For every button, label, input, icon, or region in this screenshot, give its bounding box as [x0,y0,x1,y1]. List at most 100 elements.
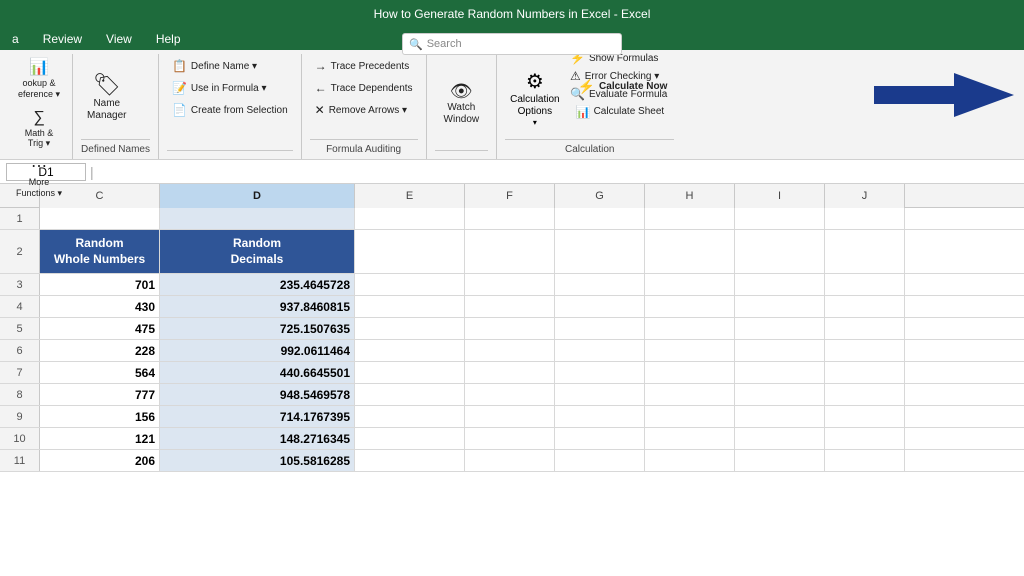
more-functions-button[interactable]: ⋯ MoreFunctions ▾ [10,155,68,203]
cell-g1[interactable] [555,208,645,229]
cell-c-data[interactable]: 475 [40,318,160,339]
cell-d-data[interactable]: 992.0611464 [160,340,355,361]
cell-i1[interactable] [735,208,825,229]
calculation-options-button[interactable]: ⚙ CalculationOptions ▾ [505,66,564,130]
cell-f-data[interactable] [465,274,555,295]
watch-window-button[interactable]: 👁 WatchWindow [435,76,489,131]
cell-c-data[interactable]: 206 [40,450,160,471]
cell-i-data[interactable] [735,450,825,471]
cell-c-data[interactable]: 701 [40,274,160,295]
cell-j-h[interactable] [825,230,905,273]
cell-e-data[interactable] [355,362,465,383]
cell-i-data[interactable] [735,428,825,449]
trace-dependents-button[interactable]: ← Trace Dependents [310,78,418,98]
cell-g-data[interactable] [555,362,645,383]
cell-h-data[interactable] [645,296,735,317]
use-in-formula-button[interactable]: 📝 Use in Formula ▾ [167,78,272,98]
create-from-selection-button[interactable]: 📄 Create from Selection [167,100,293,120]
menu-item-a[interactable]: a [8,30,23,48]
cell-h-data[interactable] [645,340,735,361]
name-manager-button[interactable]: 🏷 NameManager [81,70,132,126]
cell-h-data[interactable] [645,362,735,383]
cell-i-data[interactable] [735,362,825,383]
cell-c-data[interactable]: 430 [40,296,160,317]
cell-g-data[interactable] [555,384,645,405]
trace-precedents-button[interactable]: → Trace Precedents [310,56,415,76]
cell-d-data[interactable]: 105.5816285 [160,450,355,471]
cell-i-data[interactable] [735,406,825,427]
cell-d-data[interactable]: 937.8460815 [160,296,355,317]
cell-j-data[interactable] [825,450,905,471]
cell-h-data[interactable] [645,450,735,471]
define-name-button[interactable]: 📋 Define Name ▾ [167,56,262,76]
cell-g-data[interactable] [555,340,645,361]
cell-c-data[interactable]: 121 [40,428,160,449]
math-trig-button[interactable]: ∑ Math &Trig ▾ [19,106,60,154]
cell-j-data[interactable] [825,274,905,295]
cell-f-data[interactable] [465,406,555,427]
cell-j-data[interactable] [825,362,905,383]
cell-e-data[interactable] [355,384,465,405]
cell-d-data[interactable]: 714.1767395 [160,406,355,427]
cell-j-data[interactable] [825,318,905,339]
cell-c-data[interactable]: 777 [40,384,160,405]
cell-j-data[interactable] [825,340,905,361]
cell-e-data[interactable] [355,296,465,317]
cell-i-data[interactable] [735,296,825,317]
cell-d-data[interactable]: 235.4645728 [160,274,355,295]
lookup-button[interactable]: 📊 ookup &eference ▾ [12,56,66,104]
cell-h-data[interactable] [645,384,735,405]
cell-d1[interactable] [160,208,355,229]
cell-h1[interactable] [645,208,735,229]
cell-f-data[interactable] [465,296,555,317]
cell-d-data[interactable]: 725.1507635 [160,318,355,339]
cell-j-data[interactable] [825,428,905,449]
cell-h-data[interactable] [645,274,735,295]
cell-i-h[interactable] [735,230,825,273]
cell-f-data[interactable] [465,340,555,361]
cell-f1[interactable] [465,208,555,229]
cell-i-data[interactable] [735,318,825,339]
evaluate-formula-button[interactable]: 🔍 Evaluate Formula [565,84,672,104]
cell-h-data[interactable] [645,406,735,427]
search-bar[interactable]: 🔍 Search [402,33,622,55]
cell-f-data[interactable] [465,450,555,471]
menu-item-help[interactable]: Help [152,30,185,48]
remove-arrows-button[interactable]: ✕ Remove Arrows ▾ [310,100,412,120]
cell-f-data[interactable] [465,428,555,449]
cell-h-h[interactable] [645,230,735,273]
cell-c-data[interactable]: 228 [40,340,160,361]
cell-g-h[interactable] [555,230,645,273]
cell-j-data[interactable] [825,406,905,427]
cell-d-data[interactable]: 148.2716345 [160,428,355,449]
cell-d-data[interactable]: 440.6645501 [160,362,355,383]
formula-input[interactable] [98,165,1018,179]
cell-j1[interactable] [825,208,905,229]
cell-g-data[interactable] [555,318,645,339]
menu-item-review[interactable]: Review [39,30,86,48]
cell-f-data[interactable] [465,384,555,405]
cell-h-data[interactable] [645,318,735,339]
cell-c-data[interactable]: 156 [40,406,160,427]
cell-j-data[interactable] [825,384,905,405]
cell-i-data[interactable] [735,340,825,361]
cell-f-data[interactable] [465,318,555,339]
cell-d-header[interactable]: RandomDecimals [160,230,355,273]
cell-e1[interactable] [355,208,465,229]
cell-e-h[interactable] [355,230,465,273]
cell-g-data[interactable] [555,450,645,471]
cell-h-data[interactable] [645,428,735,449]
error-checking-button[interactable]: ⚠ Error Checking ▾ [565,66,664,86]
cell-i-data[interactable] [735,274,825,295]
cell-e-data[interactable] [355,340,465,361]
menu-item-view[interactable]: View [102,30,136,48]
cell-f-h[interactable] [465,230,555,273]
cell-g-data[interactable] [555,406,645,427]
cell-f-data[interactable] [465,362,555,383]
cell-g-data[interactable] [555,428,645,449]
cell-d-data[interactable]: 948.5469578 [160,384,355,405]
cell-e-data[interactable] [355,318,465,339]
cell-c1[interactable] [40,208,160,229]
calculate-sheet-button[interactable]: 📊 Calculate Sheet [571,102,675,122]
cell-g-data[interactable] [555,274,645,295]
